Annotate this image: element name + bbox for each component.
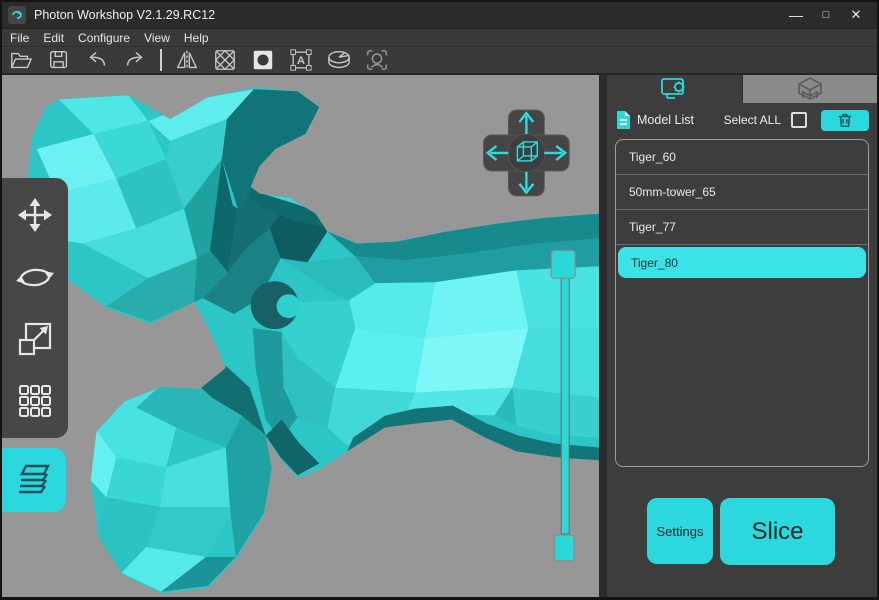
panel-tabs [607,75,877,103]
slice-button[interactable]: Slice [720,498,835,565]
save-file-button[interactable] [46,48,72,72]
viewport-panel-divider [599,75,607,597]
move-tool-button[interactable] [8,188,62,242]
undo-icon [89,52,106,66]
model-list-item[interactable]: 50mm-tower_65 [616,175,868,210]
model-list-header: Model List Select ALL [607,105,877,135]
face-detect-button[interactable] [364,48,390,72]
rotate-icon [16,268,54,287]
move-icon [18,198,52,232]
trash-icon [838,113,852,127]
menu-configure[interactable]: Configure [78,31,130,45]
save-icon [50,51,68,69]
model-list-item[interactable]: Tiger_80 [618,247,866,278]
menu-view[interactable]: View [144,31,170,45]
panel-footer: Settings Slice [607,498,877,565]
scale-icon [18,322,52,356]
layers-icon [19,464,50,494]
z-slider-bottom-handle[interactable] [553,534,575,562]
model-mesh [26,87,599,594]
monitor-gear-icon [661,78,685,99]
close-button[interactable]: ✕ [845,4,867,26]
right-panel: Model List Select ALL Tiger_60 50mm-towe… [607,75,877,597]
punch-hole-icon [253,50,273,70]
add-text-button[interactable]: A [288,48,314,72]
title-bar: Photon Workshop V2.1.29.RC12 — □ ✕ [2,2,877,28]
z-slider-top-handle[interactable] [550,249,576,279]
window-title: Photon Workshop V2.1.29.RC12 [34,8,216,22]
menu-help[interactable]: Help [184,31,209,45]
model-list-title: Model List [637,113,694,127]
hollow-icon [214,49,236,71]
redo-icon [126,52,143,66]
tab-model-list[interactable] [607,75,742,103]
select-all-label: Select ALL [723,113,781,127]
settings-button[interactable]: Settings [647,498,713,564]
redo-button[interactable] [122,48,148,72]
open-folder-icon [10,52,33,69]
open-file-button[interactable] [8,48,34,72]
model-list: Tiger_60 50mm-tower_65 Tiger_77 Tiger_80 [615,139,869,467]
toolbar-separator [160,49,162,71]
nav-pad [483,109,570,197]
clone-array-tool-button[interactable] [8,374,62,428]
model-list-item[interactable]: Tiger_77 [616,210,868,245]
mirror-icon [176,50,198,70]
rotate-tool-button[interactable] [8,250,62,304]
viewport-3d-canvas[interactable] [2,75,599,597]
document-icon [617,111,630,129]
mirror-button[interactable] [174,48,200,72]
maximize-button[interactable]: □ [815,4,837,26]
menu-bar: File Edit Configure View Help [2,28,877,46]
app-window: Photon Workshop V2.1.29.RC12 — □ ✕ File … [0,0,879,600]
z-slider-track[interactable] [560,253,570,535]
minimize-button[interactable]: — [785,4,807,26]
transform-tool-panel [2,178,68,438]
scale-tool-button[interactable] [8,312,62,366]
menu-file[interactable]: File [10,31,29,45]
printer-box-icon [797,77,822,100]
app-logo-icon [8,6,26,24]
clone-grid-icon [19,385,51,417]
split-icon [328,51,350,69]
undo-button[interactable] [84,48,110,72]
face-detect-icon [367,50,387,70]
svg-text:A: A [297,55,305,67]
model-list-item[interactable]: Tiger_60 [616,140,868,175]
split-model-button[interactable] [326,48,352,72]
menu-edit[interactable]: Edit [43,31,64,45]
nav-home-view-cube-button[interactable] [506,133,547,173]
layers-view-button[interactable] [2,448,66,512]
text-icon: A [290,49,312,71]
hollow-button[interactable] [212,48,238,72]
delete-model-button[interactable] [821,109,869,131]
punch-hole-button[interactable] [250,48,276,72]
tab-print-preview[interactable] [741,75,877,103]
toolbar: A [2,46,877,73]
select-all-checkbox[interactable] [791,112,807,128]
